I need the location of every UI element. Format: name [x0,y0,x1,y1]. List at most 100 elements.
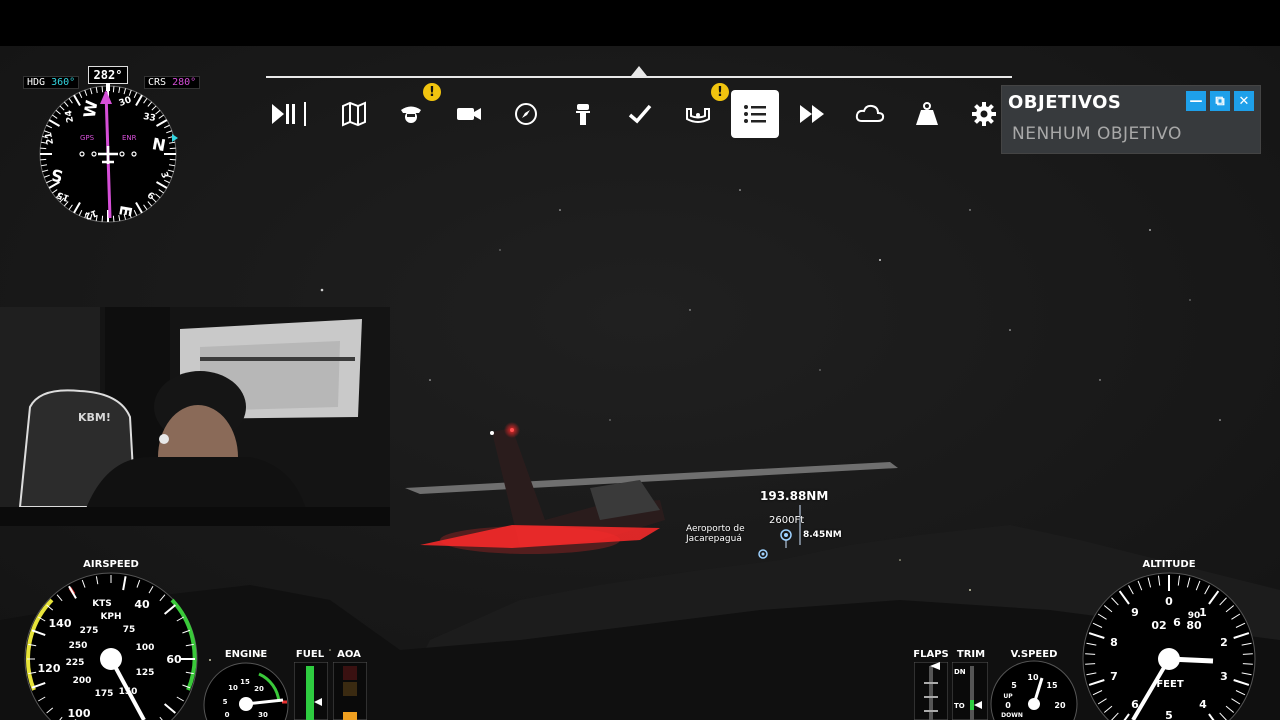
asi-kph-225: 225 [66,658,85,668]
gauge-tick [1242,653,1253,655]
alt-4: 4 [1199,698,1207,711]
pause-button[interactable] [270,90,318,138]
map-icon [342,101,366,127]
controls-alert-badge: ! [711,83,729,101]
asi-unit-kph: KPH [100,612,121,622]
weight-icon [916,102,938,125]
compass-icon [515,103,537,125]
objectives-empty-text: NENHUM OBJETIVO [1012,124,1182,144]
vs-20: 20 [1054,701,1066,710]
map-button[interactable] [330,90,378,138]
pilot-alert-badge: ! [423,83,441,101]
vs-5: 5 [1011,681,1017,690]
yoke-icon [686,108,710,123]
atc-button[interactable] [559,90,607,138]
alt-5: 5 [1165,709,1173,720]
panel-popout-button[interactable]: ⧉ [1210,91,1230,111]
gauge-tick [1085,653,1096,655]
objectives-title: OBJETIVOS [1008,92,1122,113]
alt-drum-2: 6 [1173,616,1181,629]
webcam-feed: KBM! [0,307,390,526]
flaps-gauge [914,662,948,720]
engine-0: 0 [225,711,230,719]
fuel-level-bar [306,666,314,720]
navlog-button[interactable] [502,90,550,138]
vspeed-title: V.SPEED [1010,649,1058,660]
asi-kph-125: 125 [136,668,155,678]
aoa-indicator [343,712,357,720]
pilot-icon [401,106,421,123]
panel-minimize-button[interactable]: — [1186,91,1206,111]
altimeter-gauge: 0 1 2 3 4 5 6 7 8 9 02 6 90 80 FEET [1082,572,1256,720]
altimeter-hub [1158,648,1180,670]
checklist-button[interactable] [616,90,664,138]
list-icon [744,105,766,123]
airport-name-line1: Aeroporto de [686,524,745,534]
alt-unit: FEET [1156,679,1183,690]
engine-30: 30 [258,711,268,719]
asi-unit-kts: KTS [92,599,112,609]
cloud-icon [855,104,885,122]
vs-0: 0 [1005,701,1011,710]
gauge-tick [1242,663,1253,665]
vs-down-label: DOWN [1001,712,1023,719]
chair-brand: KBM! [78,411,111,424]
engine-10: 10 [228,684,238,692]
lubber-line [106,83,110,91]
play-pause-icon [272,102,306,126]
asi-kph-200: 200 [73,676,92,686]
tower-icon [576,104,590,125]
vspeed-hub [1028,698,1040,710]
weather-button[interactable] [846,90,894,138]
hsi-compass: W N E S 24 30 33 3 6 12 15 21 GPS ENR [39,83,178,223]
aoa-gauge [333,662,367,720]
alt-drum-3-mid: 80 [1186,619,1202,632]
strobe-light [490,431,494,435]
flaps-title: FLAPS [913,649,949,660]
gauge-tick [169,147,176,150]
gauge-tick [40,158,47,161]
vs-15: 15 [1046,681,1058,690]
asi-100: 100 [68,707,91,720]
fuel-gauge [294,662,328,720]
engine-gauge: 10 15 20 5 0 30 [203,662,289,720]
alt-3: 3 [1220,670,1228,683]
gauge-tick [112,215,115,222]
aoa-title: AOA [337,649,361,660]
trim-to-label: TO [954,702,965,710]
camera-icon [457,108,481,120]
camera-button[interactable] [445,90,493,138]
waypoint-distance-label: 8.45NM [803,530,842,540]
airspeed-title: AIRSPEED [83,559,139,570]
vs-10: 10 [1027,673,1039,682]
gauge-tick [101,215,104,222]
asi-kph-175: 175 [95,689,114,699]
gauge-tick [169,158,176,161]
toolbar-rail [266,76,1012,78]
distance-label: 193.88NM [760,489,829,503]
vs-up-label: UP [1003,693,1013,700]
engine-hub [239,697,253,711]
compass-w: W [80,98,102,119]
weight-button[interactable] [903,90,951,138]
engine-title: ENGINE [224,649,268,660]
asi-60: 60 [166,653,182,666]
asi-kph-275: 275 [80,626,99,636]
gauge-tick [101,86,104,93]
airspeed-hub [100,648,122,670]
trim-gauge: DN TO [952,662,988,720]
sim-rate-button[interactable] [788,90,836,138]
panel-close-button[interactable]: ✕ [1234,91,1254,111]
enr-label: ENR [122,134,137,142]
asi-kph-75: 75 [123,625,136,635]
objectives-panel: OBJETIVOS NENHUM OBJETIVO — ⧉ ✕ [1001,85,1261,154]
asi-kph-250: 250 [69,641,88,651]
alt-9: 9 [1131,606,1139,619]
toolbar-toggle-caret[interactable] [631,66,647,76]
objectives-button[interactable] [731,90,779,138]
gauge-tick [1085,663,1096,665]
fast-forward-icon [800,105,824,123]
gps-label: GPS [80,134,95,142]
asi-kph-100: 100 [136,643,155,653]
gauge-tick [40,147,47,150]
